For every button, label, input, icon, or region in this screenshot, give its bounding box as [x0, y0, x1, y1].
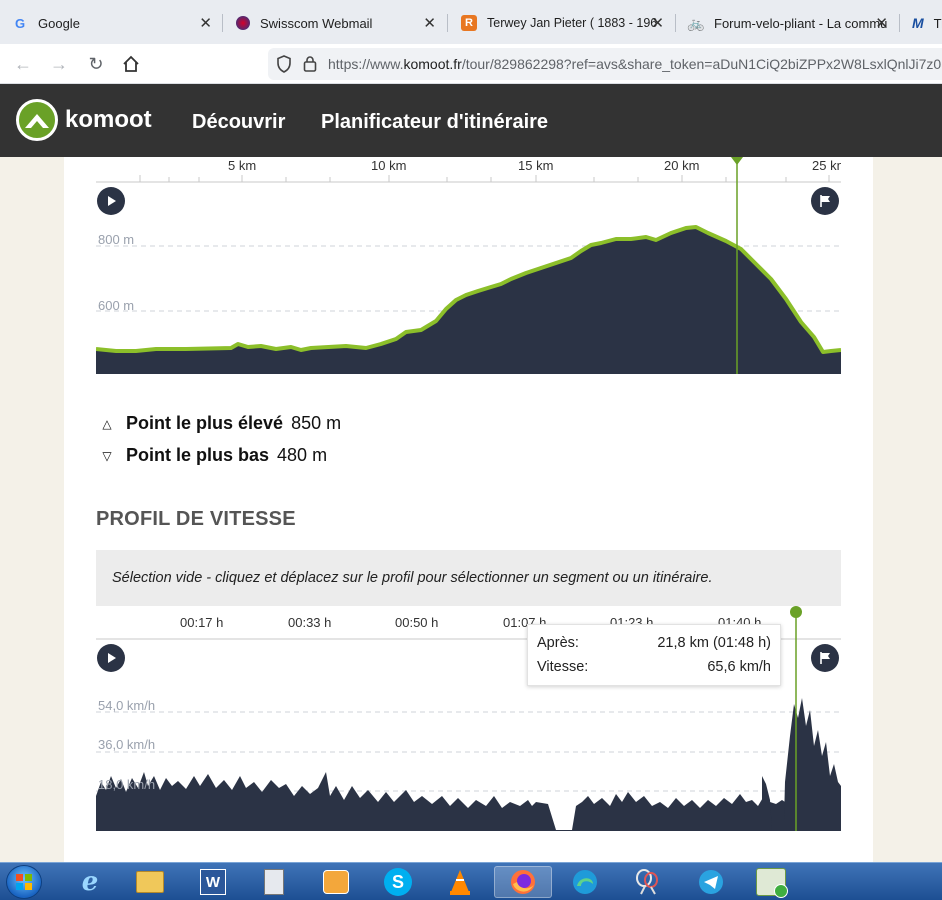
highest-point-row: △ Point le plus élevé 850 m: [100, 413, 341, 434]
speed-play-button[interactable]: [97, 644, 125, 672]
address-bar-row: ← → ↻ https://www.komoot.fr/tour/8298622…: [0, 44, 942, 84]
speed-area: [96, 772, 841, 831]
tab-forum-velo[interactable]: 🚲 Forum-velo-pliant - La commu ✕: [676, 6, 898, 40]
windows-logo-icon: [16, 874, 32, 890]
speed-tooltip: Après: 21,8 km (01:48 h) Vitesse: 65,6 k…: [527, 624, 781, 686]
reload-icon[interactable]: ↻: [85, 53, 107, 75]
tooltip-after-label: Après:: [537, 635, 579, 651]
triangle-up-icon: △: [102, 416, 112, 431]
tooltip-speed-label: Vitesse:: [537, 659, 589, 675]
play-button[interactable]: [97, 187, 125, 215]
url-field[interactable]: https://www.komoot.fr/tour/829862298?ref…: [268, 48, 942, 80]
vlc-icon[interactable]: [440, 866, 480, 898]
bicycle-favicon: 🚲: [687, 14, 705, 31]
close-tab-icon[interactable]: ✕: [651, 14, 664, 32]
start-button[interactable]: [6, 865, 42, 899]
home-icon[interactable]: [120, 53, 142, 75]
speed-y-tick-36: 36,0 km/h: [98, 737, 156, 752]
tab-google[interactable]: G Google ✕: [0, 6, 222, 40]
m-favicon: M: [912, 15, 924, 31]
play-icon: [108, 196, 116, 206]
tab-rkd[interactable]: R Terwey Jan Pieter ( 1883 - 1965 E ✕: [449, 6, 674, 40]
calculator-icon[interactable]: [254, 866, 294, 898]
telegram-icon[interactable]: [682, 866, 740, 898]
tab-title: Terwey Jan Pieter ( 1883 - 1965 E: [487, 16, 657, 30]
flag-icon: [820, 652, 830, 664]
tab-title: Google: [38, 15, 80, 31]
tab-partial[interactable]: M Ti: [900, 6, 942, 40]
skype-icon[interactable]: S: [378, 866, 418, 898]
tab-swisscom[interactable]: Swisscom Webmail ✕: [224, 6, 446, 40]
tooltip-after-value: 21,8 km (01:48 h): [657, 635, 771, 651]
triangle-down-icon: ▽: [102, 448, 112, 463]
tab-title: Ti: [933, 15, 942, 31]
position-marker-pin: [731, 157, 743, 165]
finish-flag-button[interactable]: [811, 187, 839, 215]
back-icon[interactable]: ←: [12, 53, 34, 75]
komoot-brand[interactable]: komoot: [65, 106, 152, 134]
explorer-icon[interactable]: [130, 866, 170, 898]
speed-finish-flag-button[interactable]: [811, 644, 839, 672]
lowest-point-label: Point le plus bas: [126, 445, 270, 465]
nav-route-planner[interactable]: Planificateur d'itinéraire: [321, 111, 548, 134]
highest-point-value: 850 m: [291, 413, 342, 433]
tooltip-speed-value: 65,6 km/h: [707, 659, 771, 675]
speed-y-tick-54: 54,0 km/h: [98, 698, 156, 713]
mail-icon[interactable]: [746, 866, 796, 898]
forward-icon[interactable]: →: [48, 53, 70, 75]
speed-position-marker-pin: [790, 606, 802, 618]
ie-icon[interactable]: e: [70, 866, 110, 898]
komoot-logo-icon[interactable]: [16, 99, 58, 141]
elevation-area: [96, 227, 841, 374]
speed-y-tick-18: 18,0 km/h: [98, 777, 156, 792]
elev-y-tick-800: 800 m: [98, 232, 135, 247]
tab-title: Swisscom Webmail: [260, 15, 373, 31]
komoot-header: komoot Découvrir Planificateur d'itinéra…: [0, 84, 942, 157]
tab-title: Forum-velo-pliant - La commu: [714, 15, 888, 31]
lock-icon[interactable]: [303, 55, 317, 77]
lowest-point-value: 480 m: [277, 445, 328, 465]
edge-icon[interactable]: [565, 866, 605, 898]
swisscom-favicon: [236, 16, 250, 30]
selection-notice: Sélection vide - cliquez et déplacez sur…: [96, 550, 841, 606]
flag-icon: [820, 195, 830, 207]
badminton-icon[interactable]: [627, 866, 667, 898]
word-icon[interactable]: W: [193, 866, 233, 898]
elev-y-tick-600: 600 m: [98, 298, 135, 313]
firefox-icon[interactable]: [494, 866, 552, 898]
rkd-favicon: R: [461, 15, 477, 31]
google-favicon: G: [14, 15, 26, 31]
highest-point-label: Point le plus élevé: [126, 413, 284, 433]
play-icon: [108, 653, 116, 663]
close-tab-icon[interactable]: ✕: [875, 14, 888, 32]
media-icon[interactable]: [316, 866, 356, 898]
speed-profile-title: PROFIL DE VITESSE: [96, 508, 296, 530]
close-tab-icon[interactable]: ✕: [199, 14, 212, 32]
browser-tab-strip: G Google ✕ Swisscom Webmail ✕ R Terwey J…: [0, 0, 942, 44]
windows-taskbar: e W S: [0, 862, 942, 900]
lowest-point-row: ▽ Point le plus bas 480 m: [100, 445, 327, 466]
shield-icon[interactable]: [276, 55, 292, 78]
url-text: https://www.komoot.fr/tour/829862298?ref…: [328, 56, 942, 72]
elevation-chart[interactable]: [96, 157, 841, 374]
close-tab-icon[interactable]: ✕: [423, 14, 436, 32]
nav-decouvrir[interactable]: Découvrir: [192, 111, 285, 134]
